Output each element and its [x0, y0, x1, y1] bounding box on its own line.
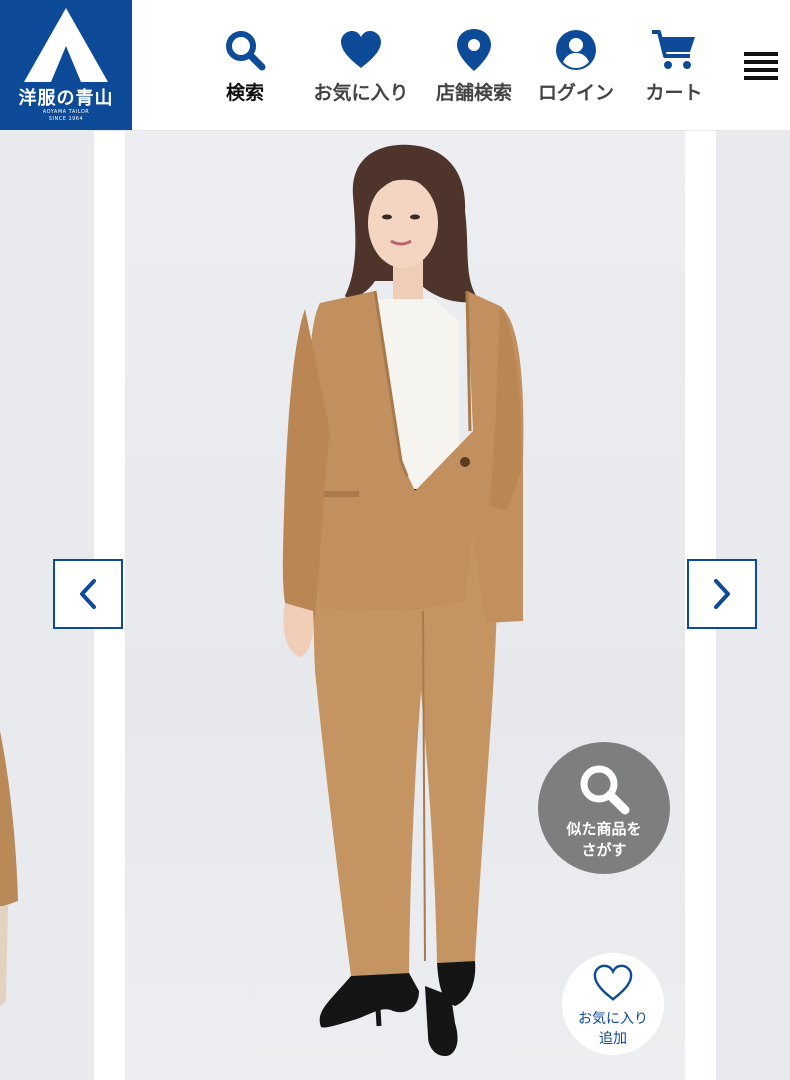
- find-similar-label-line2: さがす: [581, 841, 627, 859]
- add-to-favorites-label-line2: 追加: [599, 1031, 627, 1047]
- nav-store-search-label: 店舗検索: [435, 82, 512, 104]
- model-in-suit-illustration: [282, 144, 524, 1057]
- find-similar-products-button[interactable]: 似た商品を さがす: [538, 742, 670, 874]
- logo-mark-icon: [24, 8, 108, 82]
- site-header: 洋服の青山 AOYAMA TAILOR SINCE 1964 検索 お気に入り …: [0, 0, 790, 131]
- nav-login-button[interactable]: ログイン: [530, 26, 622, 112]
- hamburger-menu-icon[interactable]: [744, 50, 780, 84]
- add-to-favorites-label-line1: お気に入り: [578, 1011, 648, 1027]
- nav-login-label: ログイン: [537, 82, 614, 104]
- carousel-next-button[interactable]: [687, 559, 757, 629]
- nav-search-label: 検索: [225, 82, 264, 104]
- nav-favorites-label: お気に入り: [313, 82, 409, 104]
- cart-icon: [652, 30, 695, 69]
- main-product-photo[interactable]: [125, 131, 685, 1080]
- brand-name: 洋服の青山: [18, 88, 114, 109]
- chevron-left-icon: [80, 579, 96, 609]
- heart-outline-icon: [593, 964, 633, 1001]
- heart-icon: [341, 31, 381, 68]
- nav-cart-label: カート: [645, 82, 703, 104]
- brand-logo[interactable]: 洋服の青山 AOYAMA TAILOR SINCE 1964: [0, 0, 132, 130]
- search-icon: [580, 765, 630, 815]
- chevron-right-icon: [714, 579, 730, 609]
- add-to-favorites-button[interactable]: お気に入り 追加: [562, 953, 664, 1055]
- nav-favorites-button[interactable]: お気に入り: [304, 26, 418, 112]
- find-similar-label-line1: 似た商品を: [566, 820, 642, 838]
- nav-search-button[interactable]: 検索: [214, 26, 276, 112]
- brand-since: SINCE 1964: [48, 116, 84, 122]
- nav-store-search-button[interactable]: 店舗検索: [428, 26, 520, 112]
- brand-tagline: AOYAMA TAILOR: [42, 109, 90, 115]
- product-image-carousel[interactable]: 似た商品を さがす お気に入り 追加: [0, 131, 790, 1080]
- nav-cart-button[interactable]: カート: [636, 26, 712, 112]
- search-icon: [226, 31, 266, 71]
- map-pin-icon: [457, 29, 491, 71]
- carousel-prev-button[interactable]: [53, 559, 123, 629]
- user-icon: [556, 30, 596, 70]
